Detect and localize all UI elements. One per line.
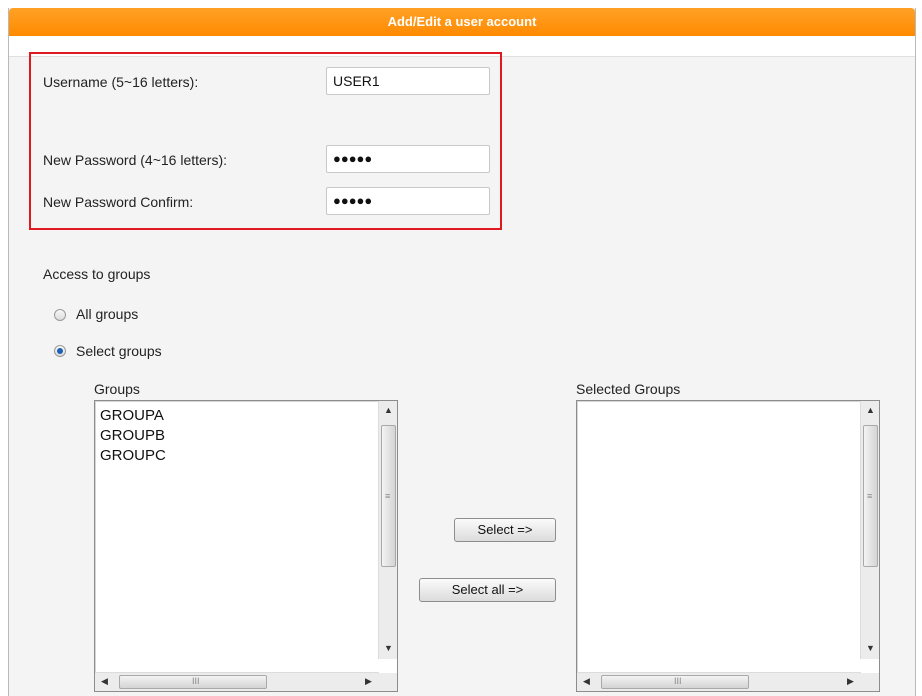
scroll-down-arrow-icon[interactable]: ▼ [866,643,875,653]
list-item[interactable]: GROUPC [100,446,166,466]
grip-icon: ≡ [867,491,873,501]
panel-title: Add/Edit a user account [9,8,915,36]
scroll-up-arrow-icon[interactable]: ▲ [384,405,393,415]
password-confirm-label: New Password Confirm: [43,194,194,210]
selected-vscroll-thumb[interactable]: ≡ [863,425,878,567]
all-groups-radio[interactable] [54,309,66,321]
password-field[interactable]: ●●●●● [326,145,490,173]
selected-horizontal-scrollbar[interactable]: ◀ III ▶ [577,672,861,691]
selected-groups-label: Selected Groups [576,381,681,397]
scroll-right-arrow-icon[interactable]: ▶ [365,676,372,687]
scrollbar-corner [379,673,397,691]
grip-icon: ≡ [385,491,391,501]
groups-list-label: Groups [94,381,140,397]
grip-icon: III [674,676,682,686]
scrollbar-corner [861,673,879,691]
scroll-left-arrow-icon[interactable]: ◀ [101,676,108,687]
list-item[interactable]: GROUPB [100,426,166,446]
groups-listbox[interactable]: GROUPA GROUPB GROUPC ▲ ≡ ▼ ◀ III ▶ [94,400,398,692]
username-field[interactable] [326,67,490,95]
scroll-down-arrow-icon[interactable]: ▼ [384,643,393,653]
scroll-left-arrow-icon[interactable]: ◀ [583,676,590,687]
groups-hscroll-thumb[interactable]: III [119,675,267,689]
select-groups-radio[interactable] [54,345,66,357]
password-confirm-field[interactable]: ●●●●● [326,187,490,215]
selected-hscroll-thumb[interactable]: III [601,675,749,689]
groups-list-items: GROUPA GROUPB GROUPC [100,406,166,466]
select-button[interactable]: Select => [454,518,556,542]
groups-horizontal-scrollbar[interactable]: ◀ III ▶ [95,672,379,691]
groups-vertical-scrollbar[interactable]: ▲ ≡ ▼ [378,401,397,659]
select-all-button[interactable]: Select all => [419,578,556,602]
username-label: Username (5~16 letters): [43,74,199,90]
all-groups-label[interactable]: All groups [76,306,138,322]
grip-icon: III [192,676,200,686]
scroll-up-arrow-icon[interactable]: ▲ [866,405,875,415]
select-groups-label[interactable]: Select groups [76,343,162,359]
selected-vertical-scrollbar[interactable]: ▲ ≡ ▼ [860,401,879,659]
access-groups-heading: Access to groups [43,266,151,282]
user-account-panel: Add/Edit a user account Username (5~16 l… [8,8,916,696]
scroll-right-arrow-icon[interactable]: ▶ [847,676,854,687]
list-item[interactable]: GROUPA [100,406,166,426]
password-label: New Password (4~16 letters): [43,152,228,168]
groups-vscroll-thumb[interactable]: ≡ [381,425,396,567]
selected-groups-listbox[interactable]: ▲ ≡ ▼ ◀ III ▶ [576,400,880,692]
